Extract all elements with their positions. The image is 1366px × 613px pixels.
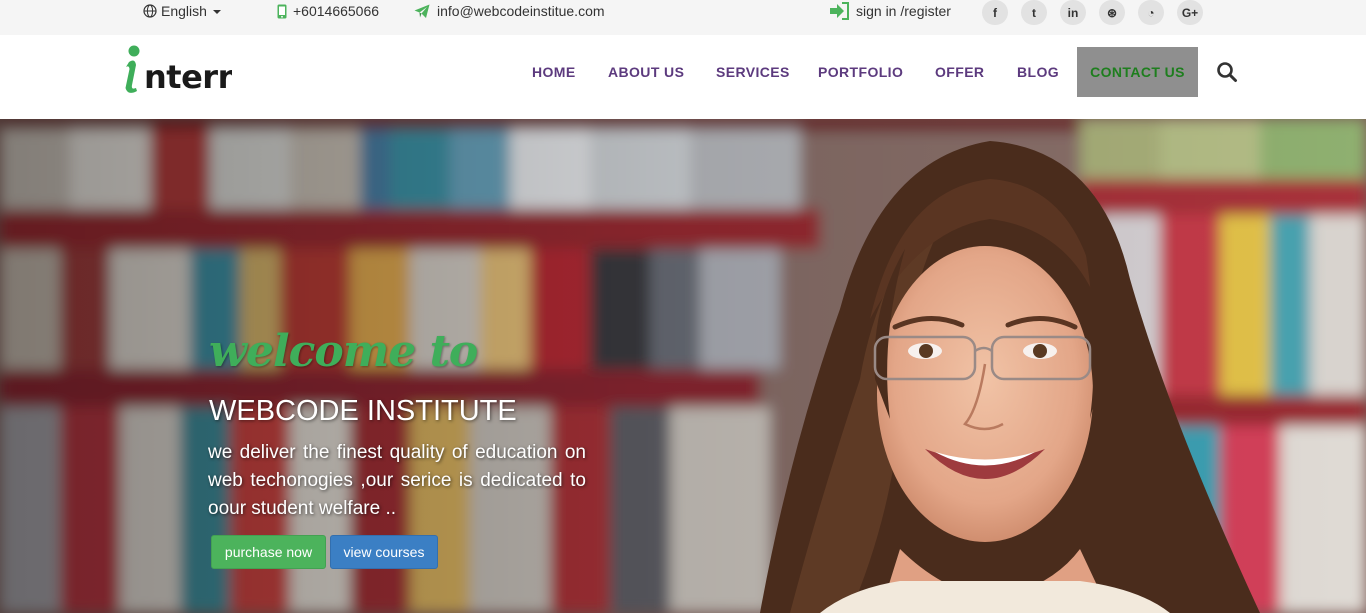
nav-contact-us[interactable]: CONTACT US — [1077, 47, 1198, 97]
welcome-heading: welcome to — [209, 326, 478, 377]
institute-title: WEBCODE INSTITUTE — [209, 395, 517, 427]
search-icon[interactable] — [1216, 61, 1238, 83]
linkedin-icon[interactable]: in — [1060, 0, 1086, 25]
email-address: info@webcodeinstitue.com — [437, 3, 605, 19]
purchase-now-button[interactable]: purchase now — [211, 535, 326, 569]
rss-icon[interactable]: ◔ — [1138, 0, 1164, 25]
sign-in-link[interactable]: sign in /register — [829, 2, 951, 20]
nav-portfolio[interactable]: PORTFOLIO — [818, 64, 903, 82]
globe-icon — [143, 4, 157, 18]
language-selector[interactable]: English — [143, 2, 221, 20]
facebook-icon[interactable]: f — [982, 0, 1008, 25]
hero-section: welcome to WEBCODE INSTITUTE we deliver … — [0, 119, 1366, 613]
hero-background-image — [0, 119, 1366, 613]
hero-description: we deliver the finest quality of educati… — [208, 442, 586, 519]
top-bar: English +6014665066 info@webcodeinstitue… — [0, 0, 1366, 35]
main-navbar: ntern HOME ABOUT US SERVICES PORTFOLIO O… — [0, 35, 1366, 119]
mobile-phone-icon — [277, 4, 287, 18]
sign-in-label: sign in /register — [856, 3, 951, 19]
dribbble-icon[interactable]: ⊛ — [1099, 0, 1125, 25]
language-label: English — [161, 3, 207, 19]
twitter-icon[interactable]: t — [1021, 0, 1047, 25]
social-links: f t in ⊛ ◔ G+ — [982, 0, 1203, 25]
email-contact[interactable]: info@webcodeinstitue.com — [414, 2, 605, 20]
nav-about-us[interactable]: ABOUT US — [608, 64, 684, 82]
nav-home[interactable]: HOME — [532, 64, 576, 82]
nav-offer[interactable]: OFFER — [935, 64, 984, 82]
phone-contact[interactable]: +6014665066 — [277, 2, 379, 20]
svg-text:ntern: ntern — [144, 58, 232, 95]
nav-services[interactable]: SERVICES — [716, 64, 790, 82]
chevron-down-icon — [212, 10, 221, 14]
phone-number: +6014665066 — [293, 3, 380, 19]
intern-logo[interactable]: ntern — [120, 43, 232, 95]
sign-in-icon — [830, 2, 849, 20]
paper-plane-icon — [414, 4, 430, 18]
nav-blog[interactable]: BLOG — [1017, 64, 1059, 82]
google-plus-icon[interactable]: G+ — [1177, 0, 1203, 25]
view-courses-button[interactable]: view courses — [330, 535, 438, 569]
